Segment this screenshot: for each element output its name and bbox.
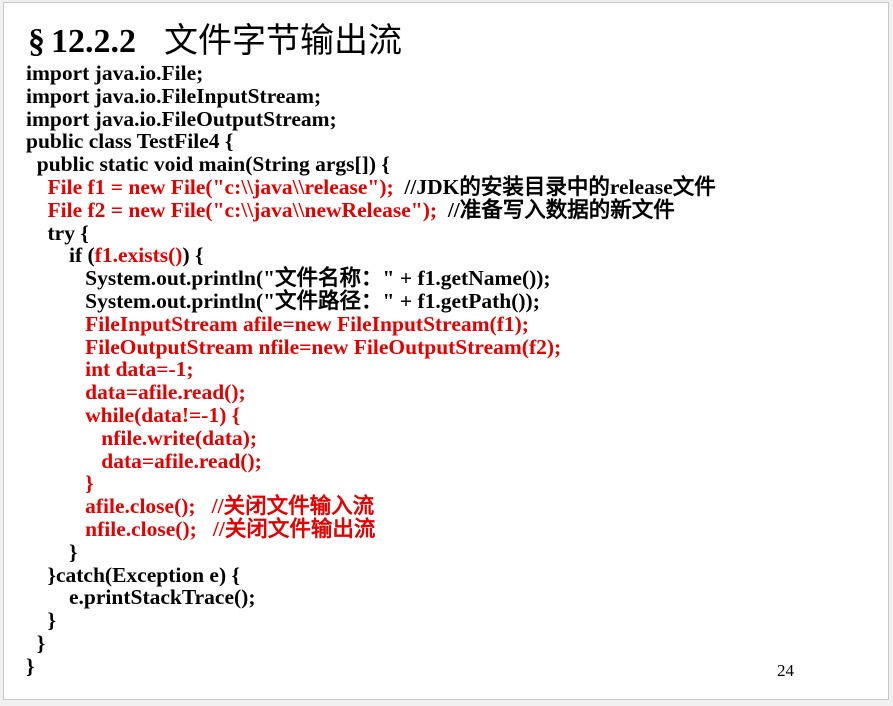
slide-title: § 12.2.2 文件字节输出流 [28,13,402,62]
code-line: public static void main(String args[]) { [26,153,716,176]
code-line: e.printStackTrace(); [26,586,716,609]
code-line: try { [26,220,716,245]
code-segment: System.out.println("文件名称：" + f1.getName(… [26,266,551,291]
code-segment: afile.close(); //关闭文件输入流 [26,494,375,519]
code-line: int data=-1; [26,358,716,381]
code-segment: try { [26,220,89,245]
code-line: data=afile.read(); [26,381,716,404]
code-segment: f1.exists() [94,243,183,268]
code-segment: File f1 = new File("c:\\java\\release"); [26,174,394,199]
code-segment: //准备写入数据的新文件 [437,197,675,222]
code-segment: import java.io.FileInputStream; [26,83,322,108]
section-number: 12.2.2 [51,23,136,60]
page-number: 24 [777,661,794,680]
code-segment: ) { [182,243,204,268]
code-segment: int data=-1; [26,357,194,382]
code-line: } [26,632,716,655]
code-segment: FileOutputStream nfile=new FileOutputStr… [26,334,562,359]
code-segment: data=afile.read(); [26,448,262,473]
code-segment: } [26,471,94,496]
code-line: File f1 = new File("c:\\java\\release");… [26,176,716,199]
code-line: System.out.println("文件名称：" + f1.getName(… [26,267,716,290]
code-segment: File f2 = new File("c:\\java\\newRelease… [26,197,438,222]
code-line: FileOutputStream nfile=new FileOutputStr… [26,334,716,359]
code-line: if (f1.exists()) { [26,244,716,267]
code-line: } [26,539,716,564]
code-line: System.out.println("文件路径：" + f1.getPath(… [26,290,716,313]
code-segment: public class TestFile4 { [26,129,234,154]
code-line: } [26,472,716,495]
code-segment: System.out.println("文件路径：" + f1.getPath(… [26,288,540,313]
code-segment: //JDK的安装目录中的release文件 [393,174,716,199]
code-block: import java.io.File; import java.io.FileI… [26,62,716,678]
code-segment: nfile.write(data); [26,425,258,450]
code-segment: } [26,630,46,655]
code-line: data=afile.read(); [26,448,716,473]
code-segment: while(data!=-1) { [26,402,241,427]
code-line: }catch(Exception e) { [26,562,716,587]
code-line: nfile.write(data); [26,425,716,450]
code-segment: } [26,653,35,678]
section-title-text: 文件字节输出流 [164,23,402,60]
code-line: FileInputStream afile=new FileInputStrea… [26,311,716,336]
code-segment: public static void main(String args[]) { [26,152,390,177]
code-line: nfile.close(); //关闭文件输出流 [26,518,716,541]
code-line: public class TestFile4 { [26,130,716,153]
code-segment: FileInputStream afile=new FileInputStrea… [26,311,529,336]
slide: § 12.2.2 文件字节输出流 import java.io.File; impor… [3,2,889,700]
code-segment: if ( [26,243,95,268]
code-segment: e.printStackTrace(); [26,585,256,610]
code-line: import java.io.FileOutputStream; [26,106,716,131]
code-line: File f2 = new File("c:\\java\\newRelease… [26,197,716,222]
code-segment: import java.io.File; [26,61,204,85]
code-segment: } [26,539,78,564]
section-mark: § [28,23,45,60]
code-segment: data=afile.read(); [26,380,246,405]
code-line: while(data!=-1) { [26,404,716,427]
code-segment: nfile.close(); //关闭文件输出流 [26,516,376,541]
code-line: } [26,609,716,632]
code-line: import java.io.File; [26,62,716,85]
code-line: afile.close(); //关闭文件输入流 [26,495,716,518]
code-segment: }catch(Exception e) { [26,562,240,587]
code-segment: import java.io.FileOutputStream; [26,106,337,131]
code-line: } [26,653,716,678]
code-segment: } [26,608,56,633]
code-line: import java.io.FileInputStream; [26,83,716,108]
